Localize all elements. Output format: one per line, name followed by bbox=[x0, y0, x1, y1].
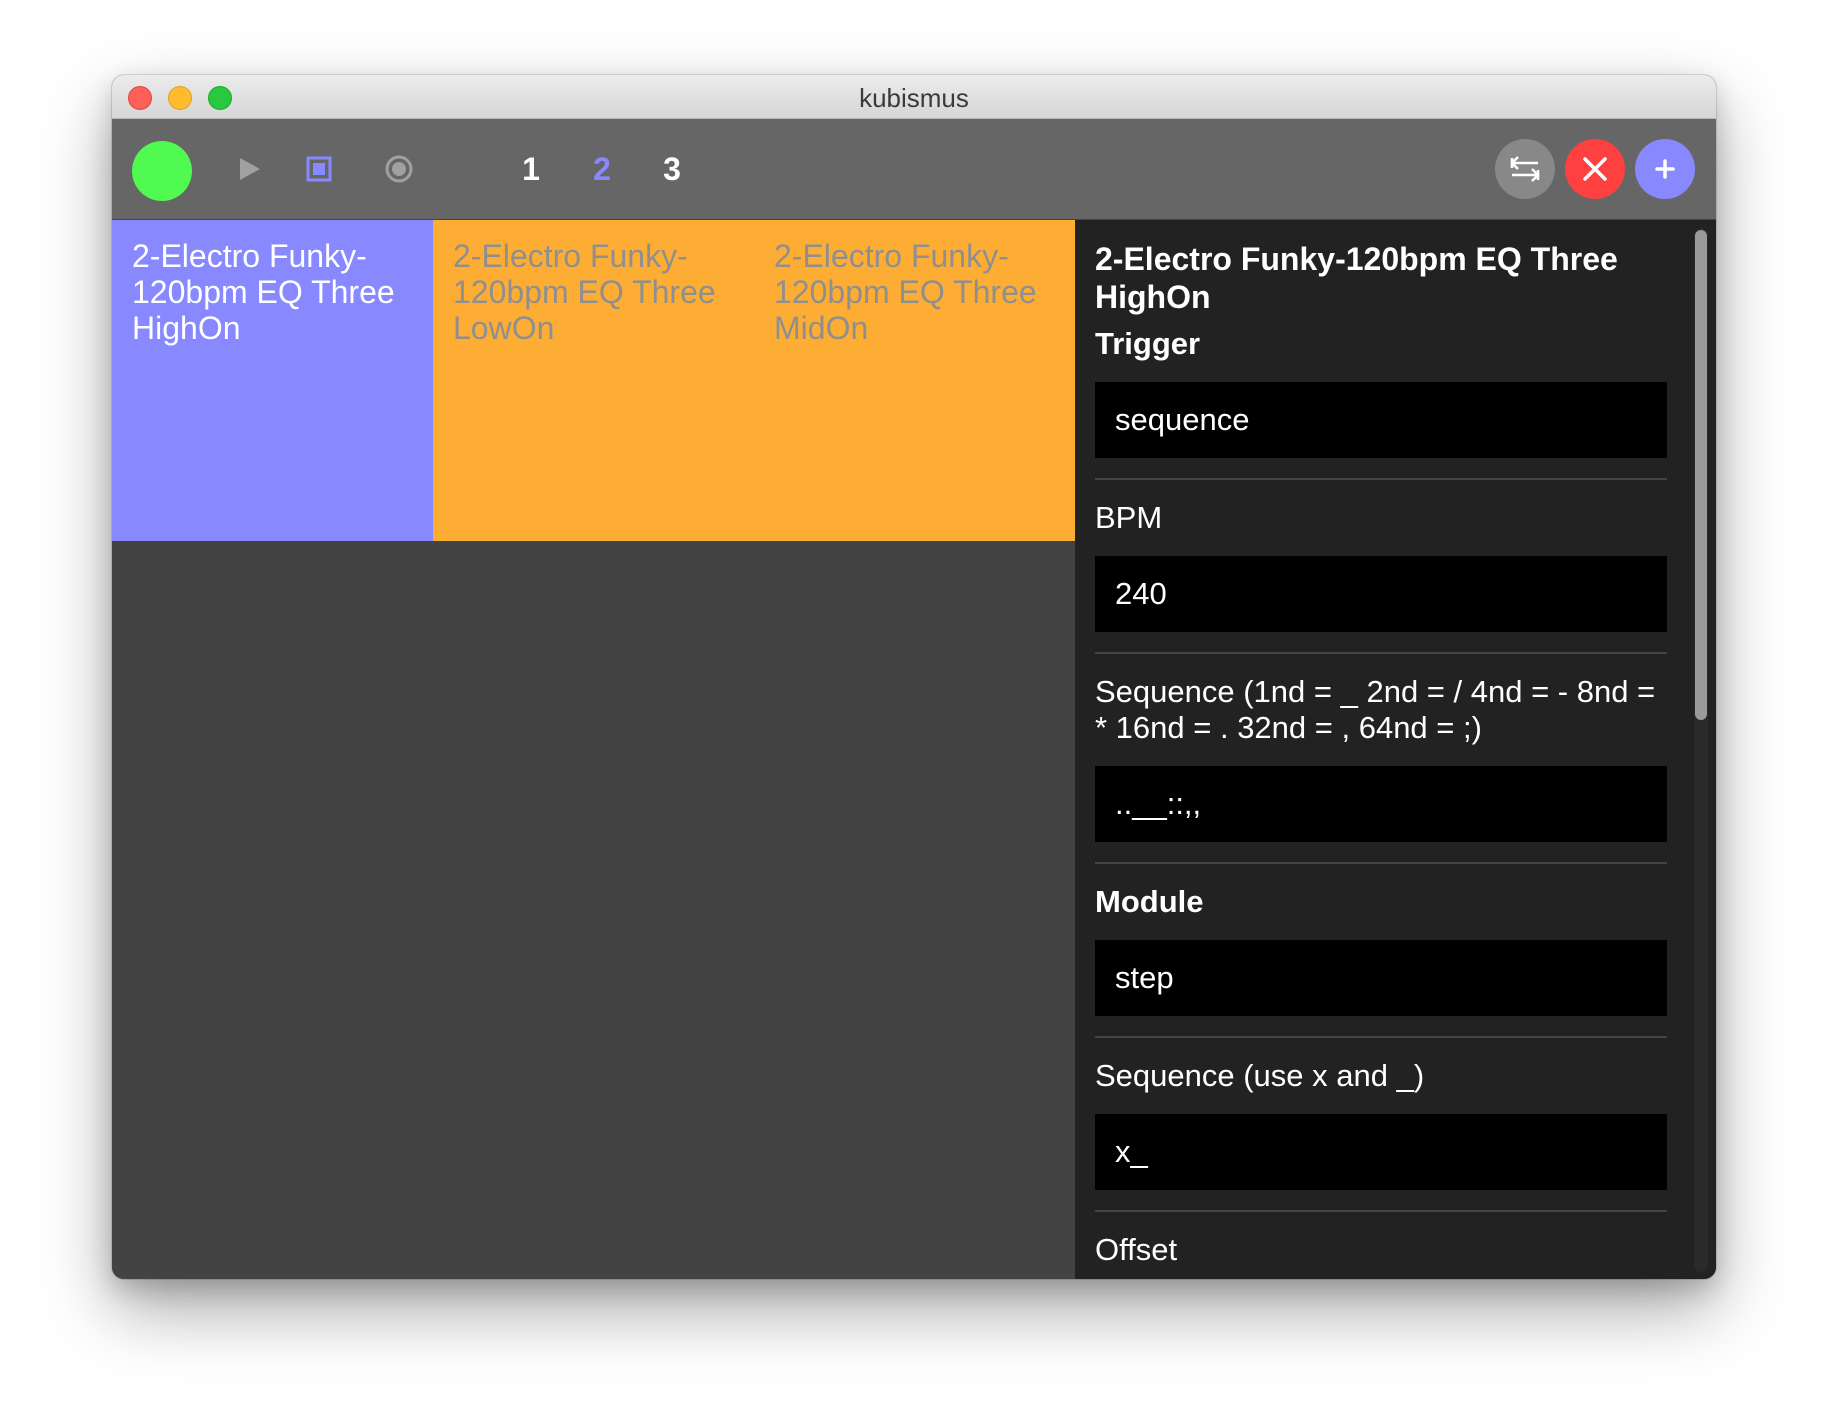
sequence-label: Sequence (1nd = _ 2nd = / 4nd = - 8nd = … bbox=[1095, 674, 1656, 745]
field-step-sequence: Sequence (use x and _) bbox=[1095, 1058, 1667, 1212]
scene-button-2[interactable]: 2 bbox=[582, 149, 622, 189]
record-button[interactable] bbox=[379, 149, 419, 189]
clip-tile-midon[interactable]: 2-Electro Funky-120bpm EQ Three MidOn bbox=[754, 220, 1075, 541]
scrollbar-thumb[interactable] bbox=[1695, 230, 1707, 720]
window-title: kubismus bbox=[859, 83, 969, 113]
status-indicator bbox=[132, 141, 192, 201]
panel-scrollbar[interactable] bbox=[1694, 228, 1708, 1272]
module-label: Module bbox=[1095, 884, 1204, 919]
field-trigger: Trigger bbox=[1095, 326, 1667, 480]
swap-icon bbox=[1510, 156, 1540, 182]
trigger-input[interactable] bbox=[1095, 382, 1667, 458]
stop-icon bbox=[306, 156, 332, 182]
step-sequence-label: Sequence (use x and _) bbox=[1095, 1058, 1425, 1093]
app-window: kubismus 1 2 3 2-Electro Funky-120bpm EQ… bbox=[112, 75, 1716, 1279]
clip-label: 2-Electro Funky-120bpm EQ Three MidOn bbox=[774, 238, 1037, 346]
toolbar: 1 2 3 bbox=[112, 119, 1716, 219]
properties-content: 2-Electro Funky-120bpm EQ Three HighOn T… bbox=[1095, 240, 1667, 1279]
delete-button[interactable] bbox=[1565, 139, 1625, 199]
module-input[interactable] bbox=[1095, 940, 1667, 1016]
bpm-input[interactable] bbox=[1095, 556, 1667, 632]
scene-button-3[interactable]: 3 bbox=[652, 149, 692, 189]
add-button[interactable] bbox=[1635, 139, 1695, 199]
clip-grid: 2-Electro Funky-120bpm EQ Three HighOn 2… bbox=[112, 220, 1075, 1279]
clip-label: 2-Electro Funky-120bpm EQ Three LowOn bbox=[453, 238, 716, 346]
title-bar: kubismus bbox=[112, 75, 1716, 119]
trigger-label: Trigger bbox=[1095, 326, 1201, 361]
close-icon bbox=[1583, 157, 1607, 181]
field-bpm: BPM bbox=[1095, 500, 1667, 654]
scene-button-1[interactable]: 1 bbox=[511, 149, 551, 189]
sequence-input[interactable] bbox=[1095, 766, 1667, 842]
properties-panel: 2-Electro Funky-120bpm EQ Three HighOn T… bbox=[1075, 220, 1716, 1279]
bpm-label: BPM bbox=[1095, 500, 1163, 535]
stop-button[interactable] bbox=[299, 149, 339, 189]
play-icon bbox=[240, 158, 260, 180]
clip-tile-highon[interactable]: 2-Electro Funky-120bpm EQ Three HighOn bbox=[112, 220, 433, 541]
step-sequence-input[interactable] bbox=[1095, 1114, 1667, 1190]
clip-label: 2-Electro Funky-120bpm EQ Three HighOn bbox=[132, 238, 395, 346]
clip-title: 2-Electro Funky-120bpm EQ Three HighOn bbox=[1095, 241, 1618, 315]
field-module: Module bbox=[1095, 884, 1667, 1038]
offset-label: Offset bbox=[1095, 1232, 1178, 1267]
plus-icon bbox=[1655, 159, 1675, 179]
field-offset: Offset bbox=[1095, 1232, 1667, 1279]
record-icon bbox=[385, 155, 413, 183]
swap-button[interactable] bbox=[1495, 139, 1555, 199]
play-button[interactable] bbox=[230, 149, 270, 189]
field-sequence: Sequence (1nd = _ 2nd = / 4nd = - 8nd = … bbox=[1095, 674, 1667, 864]
clip-tile-lowon[interactable]: 2-Electro Funky-120bpm EQ Three LowOn bbox=[433, 220, 754, 541]
